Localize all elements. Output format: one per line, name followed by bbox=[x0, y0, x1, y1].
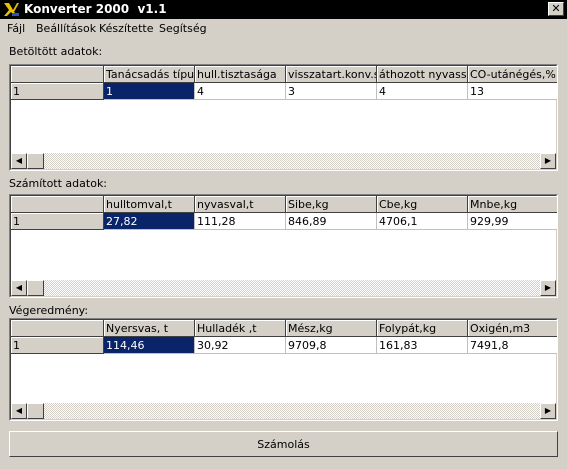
loaded-data-grid[interactable]: Tanácsadás típus hull.tisztasága visszat… bbox=[9, 64, 558, 171]
grid-cell[interactable]: 4706,1 bbox=[377, 213, 468, 230]
menu-file[interactable]: Fájl bbox=[7, 22, 25, 35]
scroll-thumb[interactable] bbox=[27, 280, 44, 296]
column-header[interactable]: Cbe,kg bbox=[377, 196, 468, 213]
menu-credits[interactable]: Készítette bbox=[99, 22, 153, 35]
computed-data-grid[interactable]: hulltomval,t nyvasval,t Sibe,kg Cbe,kg M… bbox=[9, 194, 558, 298]
scroll-thumb[interactable] bbox=[27, 403, 44, 419]
scroll-right-icon[interactable]: ▶ bbox=[540, 280, 556, 296]
column-header[interactable]: nyvasval,t bbox=[195, 196, 286, 213]
grid-cell[interactable]: 1 bbox=[104, 83, 195, 100]
column-header[interactable]: Hulladék ,t bbox=[195, 320, 286, 337]
column-header[interactable]: áthozott nyvassal.t bbox=[377, 66, 468, 83]
grid-cell[interactable]: 846,89 bbox=[286, 213, 377, 230]
horizontal-scrollbar[interactable]: ◀ ▶ bbox=[11, 153, 556, 169]
column-header[interactable]: Tanácsadás típus bbox=[104, 66, 195, 83]
scroll-right-icon[interactable]: ▶ bbox=[540, 403, 556, 419]
grid-cell[interactable]: 27,82 bbox=[104, 213, 195, 230]
grid-cell[interactable]: 161,83 bbox=[377, 337, 468, 354]
final-result-grid[interactable]: Nyersvas, t Hulladék ,t Mész,kg Folypát,… bbox=[9, 318, 558, 421]
grid-cell[interactable]: 4 bbox=[377, 83, 468, 100]
horizontal-scrollbar[interactable]: ◀ ▶ bbox=[11, 280, 556, 296]
column-header[interactable]: hull.tisztasága bbox=[195, 66, 286, 83]
horizontal-scrollbar[interactable]: ◀ ▶ bbox=[11, 403, 556, 419]
app-icon bbox=[4, 3, 19, 16]
grid-corner bbox=[11, 196, 104, 213]
row-header[interactable]: 1 bbox=[11, 337, 104, 354]
grid-cell[interactable]: 13 bbox=[468, 83, 557, 100]
loaded-data-label: Betöltött adatok: bbox=[9, 45, 103, 58]
scroll-left-icon[interactable]: ◀ bbox=[11, 153, 27, 169]
column-header[interactable]: Mnbe,kg bbox=[468, 196, 557, 213]
scroll-right-icon[interactable]: ▶ bbox=[540, 153, 556, 169]
column-header[interactable]: CO-utánégés,% bbox=[468, 66, 557, 83]
scroll-left-icon[interactable]: ◀ bbox=[11, 403, 27, 419]
title-bar: Konverter 2000 v1.1 ✕ bbox=[0, 0, 567, 19]
grid-corner bbox=[11, 66, 104, 83]
grid-cell[interactable]: 4 bbox=[195, 83, 286, 100]
menu-settings[interactable]: Beállítások bbox=[36, 22, 96, 35]
grid-cell[interactable]: 114,46 bbox=[104, 337, 195, 354]
calculate-button[interactable]: Számolás bbox=[9, 431, 558, 457]
column-header[interactable]: Nyersvas, t bbox=[104, 320, 195, 337]
grid-cell[interactable]: 7491,8 bbox=[468, 337, 557, 354]
computed-data-label: Számított adatok: bbox=[9, 177, 108, 190]
column-header[interactable]: Mész,kg bbox=[286, 320, 377, 337]
grid-cell[interactable]: 111,28 bbox=[195, 213, 286, 230]
column-header[interactable]: Oxigén,m3 bbox=[468, 320, 557, 337]
row-header[interactable]: 1 bbox=[11, 213, 104, 230]
menu-bar: Fájl Beállítások Készítette Segítség bbox=[0, 19, 567, 38]
grid-cell[interactable]: 30,92 bbox=[195, 337, 286, 354]
grid-cell[interactable]: 3 bbox=[286, 83, 377, 100]
window-title: Konverter 2000 v1.1 bbox=[24, 2, 167, 16]
column-header[interactable]: Sibe,kg bbox=[286, 196, 377, 213]
column-header[interactable]: hulltomval,t bbox=[104, 196, 195, 213]
row-header[interactable]: 1 bbox=[11, 83, 104, 100]
scroll-thumb[interactable] bbox=[27, 153, 44, 169]
column-header[interactable]: Folypát,kg bbox=[377, 320, 468, 337]
grid-cell[interactable]: 9709,8 bbox=[286, 337, 377, 354]
final-result-label: Végeredmény: bbox=[9, 304, 89, 317]
close-button[interactable]: ✕ bbox=[548, 2, 564, 16]
grid-cell[interactable]: 929,99 bbox=[468, 213, 557, 230]
column-header[interactable]: visszatart.konv.sal bbox=[286, 66, 377, 83]
menu-help[interactable]: Segítség bbox=[159, 22, 207, 35]
grid-corner bbox=[11, 320, 104, 337]
scroll-left-icon[interactable]: ◀ bbox=[11, 280, 27, 296]
